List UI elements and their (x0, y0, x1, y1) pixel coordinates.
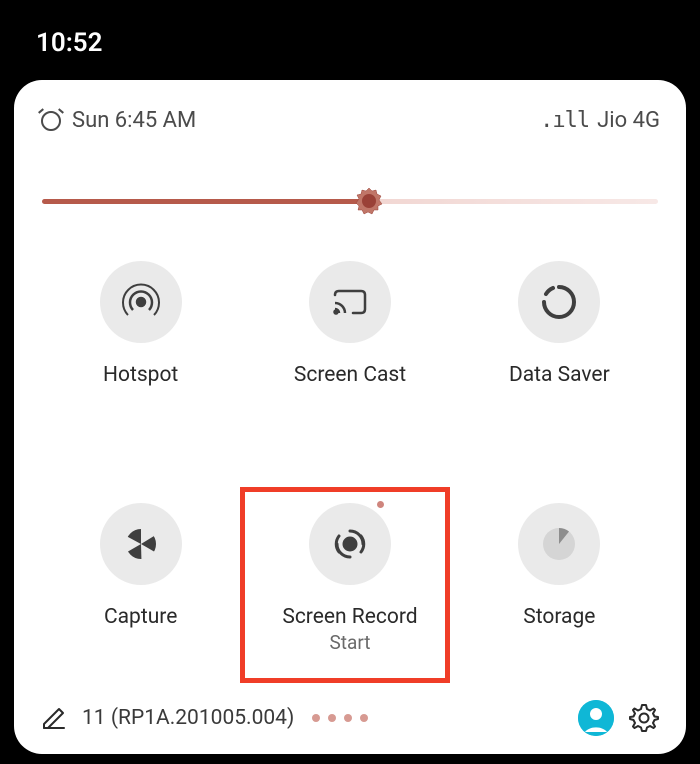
datasaver-icon (518, 261, 600, 343)
status-bar-time: 10:52 (36, 28, 103, 58)
settings-icon[interactable] (628, 702, 660, 734)
tile-storage[interactable]: Storage (455, 503, 664, 692)
tile-hotspot[interactable]: Hotspot (36, 261, 245, 425)
tile-screencast[interactable]: Screen Cast (245, 261, 454, 425)
tile-datasaver[interactable]: Data Saver (455, 261, 664, 425)
panel-footer: 11 (RP1A.201005.004) (36, 692, 664, 736)
header-right: .ıll Jio 4G (540, 108, 660, 133)
alarm-icon (40, 110, 62, 132)
header-left[interactable]: Sun 6:45 AM (40, 108, 196, 133)
tiles-grid: Hotspot Screen Cast (36, 261, 664, 692)
device-frame: 10:52 Sun 6:45 AM .ıll Jio 4G (0, 0, 700, 764)
tile-label: Screen Cast (294, 363, 406, 387)
tile-capture[interactable]: Capture (36, 503, 245, 692)
brightness-slider[interactable] (36, 181, 664, 221)
brightness-track (42, 199, 658, 204)
tile-label: Capture (104, 605, 177, 629)
tile-label: Screen Record (282, 605, 417, 629)
aperture-icon (100, 503, 182, 585)
header-datetime: Sun 6:45 AM (72, 108, 196, 133)
carrier-label: Jio 4G (597, 108, 660, 133)
build-label[interactable]: 11 (RP1A.201005.004) (82, 706, 294, 730)
tile-label: Hotspot (103, 363, 178, 387)
signal-icon: .ıll (540, 108, 589, 133)
notification-dot-icon (377, 501, 384, 508)
record-icon (309, 503, 391, 585)
quick-settings-panel: Sun 6:45 AM .ıll Jio 4G (14, 80, 686, 754)
tile-label: Storage (523, 605, 595, 629)
storage-icon (518, 503, 600, 585)
pager-dots[interactable] (312, 714, 368, 722)
hotspot-icon (100, 261, 182, 343)
avatar-icon (578, 700, 614, 736)
cast-icon (309, 261, 391, 343)
user-avatar[interactable] (578, 700, 614, 736)
edit-icon[interactable] (40, 704, 68, 732)
tile-screenrecord[interactable]: Screen Record Start (245, 503, 454, 692)
tile-label: Data Saver (509, 363, 610, 387)
tile-sublabel: Start (330, 631, 371, 654)
panel-header: Sun 6:45 AM .ıll Jio 4G (36, 108, 664, 133)
